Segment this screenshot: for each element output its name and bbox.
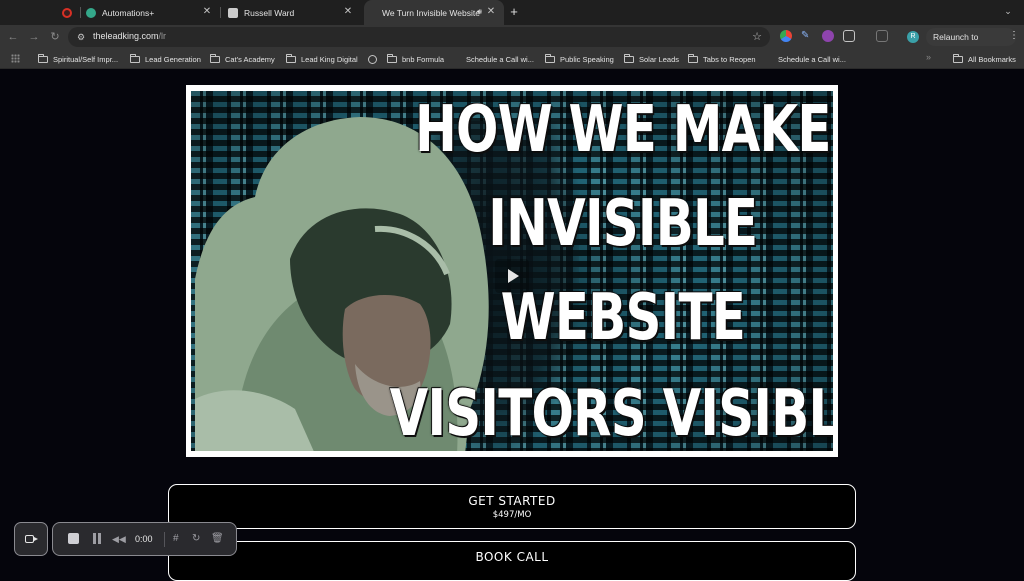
video-player[interactable]: HOW WE MAKE INVISIBLE WEBSITE VISITORS V…: [186, 85, 838, 457]
relaunch-to-update-button[interactable]: Relaunch to update: [926, 28, 1016, 60]
bookmark-link[interactable]: Schedule a Call wi...: [778, 53, 846, 65]
tab-search-icon[interactable]: ⌄: [1002, 6, 1014, 18]
tab-title: We Turn Invisible Website: [382, 7, 480, 18]
headline-line-1: HOW WE MAKE: [414, 93, 831, 167]
tab-title: Automations+: [102, 7, 155, 18]
bookmark-folder[interactable]: bnb Formula: [387, 53, 444, 65]
camera-toggle-button[interactable]: [14, 522, 48, 556]
url-path: /lr: [158, 31, 167, 41]
bookmark-label: Public Speaking: [560, 54, 614, 64]
bookmark-folder[interactable]: Cat's Academy: [210, 53, 275, 65]
apps-grid-icon[interactable]: [11, 54, 20, 63]
audio-playing-icon[interactable]: 🔊︎: [477, 7, 482, 17]
bookmark-folder[interactable]: Public Speaking: [545, 53, 614, 65]
close-tab-icon[interactable]: ✕: [486, 7, 496, 17]
bookmark-label: Lead King Digital: [301, 54, 358, 64]
divider: [164, 532, 165, 547]
bookmark-label: Schedule a Call wi...: [778, 54, 846, 64]
video-thumbnail[interactable]: HOW WE MAKE INVISIBLE WEBSITE VISITORS V…: [191, 91, 833, 451]
book-call-button[interactable]: BOOK CALL: [168, 541, 856, 581]
bookmark-folder[interactable]: Solar Leads: [624, 53, 679, 65]
extensions-puzzle-icon[interactable]: [843, 30, 855, 42]
new-tab-button[interactable]: +: [507, 4, 521, 20]
tab-active-page[interactable]: We Turn Invisible Website 🔊︎ ✕: [364, 0, 504, 25]
rewind-icon[interactable]: ◀◀: [112, 533, 126, 545]
play-button-icon[interactable]: [495, 259, 529, 293]
bookmark-label: Schedule a Call wi...: [466, 54, 534, 64]
russell-ward-favicon-icon: [228, 7, 238, 18]
url-host: theleadking.com: [93, 31, 159, 41]
restart-icon[interactable]: ↻: [192, 533, 200, 545]
page-content: HOW WE MAKE INVISIBLE WEBSITE VISITORS V…: [0, 70, 1024, 581]
reload-icon[interactable]: ↻: [48, 30, 62, 44]
bookmarks-bar: Spiritual/Self Impr... Lead Generation C…: [0, 49, 1024, 69]
grid-icon[interactable]: #: [173, 533, 179, 545]
forward-icon[interactable]: →: [27, 30, 41, 44]
extension-pen-icon[interactable]: ✎: [801, 30, 813, 42]
bookmark-folder[interactable]: Tabs to Reopen: [688, 53, 756, 65]
extension-purple-icon[interactable]: [822, 30, 834, 42]
folder-icon: [38, 53, 48, 63]
folder-icon: [387, 53, 397, 63]
tab-automations[interactable]: Automations+ ✕: [80, 0, 221, 25]
folder-icon: [286, 53, 296, 63]
stop-icon[interactable]: [68, 533, 79, 544]
recording-timer: 0:00: [135, 534, 153, 544]
tab-recording[interactable]: [46, 0, 81, 25]
folder-icon: [953, 53, 963, 63]
close-tab-icon[interactable]: ✕: [202, 7, 212, 17]
recording-controls: ◀◀ 0:00 # ↻ 🗑︎: [52, 522, 237, 556]
headline-line-2: INVISIBLE: [488, 187, 758, 261]
address-url[interactable]: theleadking.com/lr: [93, 31, 166, 41]
close-tab-icon[interactable]: ✕: [343, 7, 353, 17]
folder-icon: [688, 53, 698, 63]
get-started-label: GET STARTED: [468, 494, 556, 508]
site-info-icon[interactable]: ⚙︎: [77, 31, 89, 43]
tab-title: Russell Ward: [244, 7, 295, 18]
tab-strip: Automations+ ✕ Russell Ward ✕ We Turn In…: [0, 0, 1024, 25]
folder-icon: [130, 53, 140, 63]
bookmark-folder[interactable]: Lead King Digital: [286, 53, 358, 65]
folder-icon: [545, 53, 555, 63]
price-label: $497/MO: [492, 510, 532, 520]
extension-chrome-icon[interactable]: [780, 30, 792, 42]
book-call-label: BOOK CALL: [475, 550, 549, 564]
trash-icon[interactable]: 🗑︎: [211, 533, 224, 545]
side-panel-icon[interactable]: [876, 30, 888, 42]
bookmark-label: Tabs to Reopen: [703, 54, 756, 64]
browser-toolbar: ← → ↻ ⚙︎ theleadking.com/lr ☆ ✎ R Relaun…: [0, 25, 1024, 60]
bookmark-label: Cat's Academy: [225, 54, 275, 64]
get-started-button[interactable]: GET STARTED $497/MO: [168, 484, 856, 529]
bookmark-label: Solar Leads: [639, 54, 680, 64]
bookmark-label: Lead Generation: [145, 54, 201, 64]
back-icon[interactable]: ←: [6, 30, 20, 44]
headline-line-3: WEBSITE: [500, 281, 746, 355]
folder-icon: [624, 53, 634, 63]
record-icon: [62, 7, 72, 18]
automations-favicon-icon: [86, 7, 96, 18]
profile-avatar[interactable]: R: [907, 31, 919, 43]
address-bar[interactable]: ⚙︎ theleadking.com/lr ☆: [68, 27, 770, 47]
bookmark-label: bnb Formula: [402, 54, 445, 64]
pause-icon[interactable]: [92, 533, 102, 545]
bookmark-folder[interactable]: Spiritual/Self Impr...: [38, 53, 118, 65]
folder-icon: [210, 53, 220, 63]
tab-russell-ward[interactable]: Russell Ward ✕: [220, 0, 361, 25]
globe-icon: [368, 54, 377, 64]
bookmark-folder[interactable]: Lead Generation: [130, 53, 201, 65]
bookmark-label: Spiritual/Self Impr...: [53, 54, 119, 64]
bookmark-label: All Bookmarks: [968, 54, 1016, 64]
bookmark-link[interactable]: Schedule a Call wi...: [466, 53, 534, 65]
more-bookmarks-icon[interactable]: »: [926, 52, 931, 62]
headline-line-4: VISITORS VISIBLE: [389, 377, 833, 451]
all-bookmarks[interactable]: All Bookmarks: [953, 53, 1016, 65]
video-headline: HOW WE MAKE INVISIBLE WEBSITE VISITORS V…: [390, 91, 833, 451]
bookmark-globe[interactable]: [368, 53, 382, 65]
bookmark-star-icon[interactable]: ☆: [752, 30, 762, 44]
camera-icon: [25, 535, 38, 543]
browser-menu-icon[interactable]: ⋮: [1009, 30, 1019, 41]
